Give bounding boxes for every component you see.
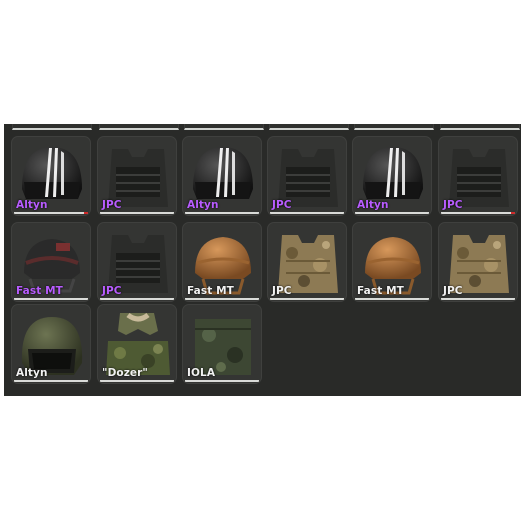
item-label: Fast MT (357, 285, 404, 297)
inventory-slot[interactable]: Altyn (11, 304, 91, 384)
item-label: JPC (443, 199, 463, 211)
previous-row-edge (4, 124, 521, 130)
inventory-slot[interactable]: JPC (97, 222, 177, 302)
inventory-slot[interactable]: JPC (267, 222, 347, 302)
inventory-slot[interactable]: JPC (267, 136, 347, 216)
durability-bar (185, 380, 259, 382)
durability-bar (185, 212, 259, 214)
inventory-slot[interactable]: IOLA (182, 304, 262, 384)
item-label: JPC (272, 285, 292, 297)
durability-bar (441, 212, 515, 214)
durability-bar (355, 212, 429, 214)
durability-bar (14, 380, 88, 382)
item-label: Altyn (16, 367, 48, 379)
item-label: Fast MT (16, 285, 63, 297)
inventory-slot[interactable]: Fast MT (11, 222, 91, 302)
durability-bar (100, 298, 174, 300)
inventory-slot[interactable]: Fast MT (182, 222, 262, 302)
durability-bar (100, 380, 174, 382)
item-label: JPC (443, 285, 463, 297)
item-label: JPC (272, 199, 292, 211)
item-label: Altyn (187, 199, 219, 211)
inventory-slot[interactable]: Altyn (11, 136, 91, 216)
durability-bar (355, 298, 429, 300)
item-label: JPC (102, 285, 122, 297)
inventory-slot[interactable]: JPC (438, 222, 518, 302)
inventory-slot[interactable]: JPC (97, 136, 177, 216)
inventory-slot[interactable]: Altyn (182, 136, 262, 216)
durability-bar (270, 212, 344, 214)
item-label: Altyn (357, 199, 389, 211)
inventory-slot[interactable]: JPC (438, 136, 518, 216)
item-label: IOLA (187, 367, 216, 379)
item-label: "Dozer" (102, 367, 148, 379)
damage-marker (84, 212, 88, 214)
item-label: JPC (102, 199, 122, 211)
damage-marker (511, 212, 515, 214)
inventory-slot[interactable]: Altyn (352, 136, 432, 216)
durability-bar (14, 298, 88, 300)
durability-bar (270, 298, 344, 300)
item-label: Altyn (16, 199, 48, 211)
inventory-slot[interactable]: "Dozer" (97, 304, 177, 384)
durability-bar (14, 212, 88, 214)
inventory-slot[interactable]: Fast MT (352, 222, 432, 302)
inventory-panel: Altyn JPC Altyn JPC Altyn JPC Fast MT JP… (4, 124, 521, 396)
durability-bar (100, 212, 174, 214)
item-label: Fast MT (187, 285, 234, 297)
durability-bar (441, 298, 515, 300)
durability-bar (185, 298, 259, 300)
